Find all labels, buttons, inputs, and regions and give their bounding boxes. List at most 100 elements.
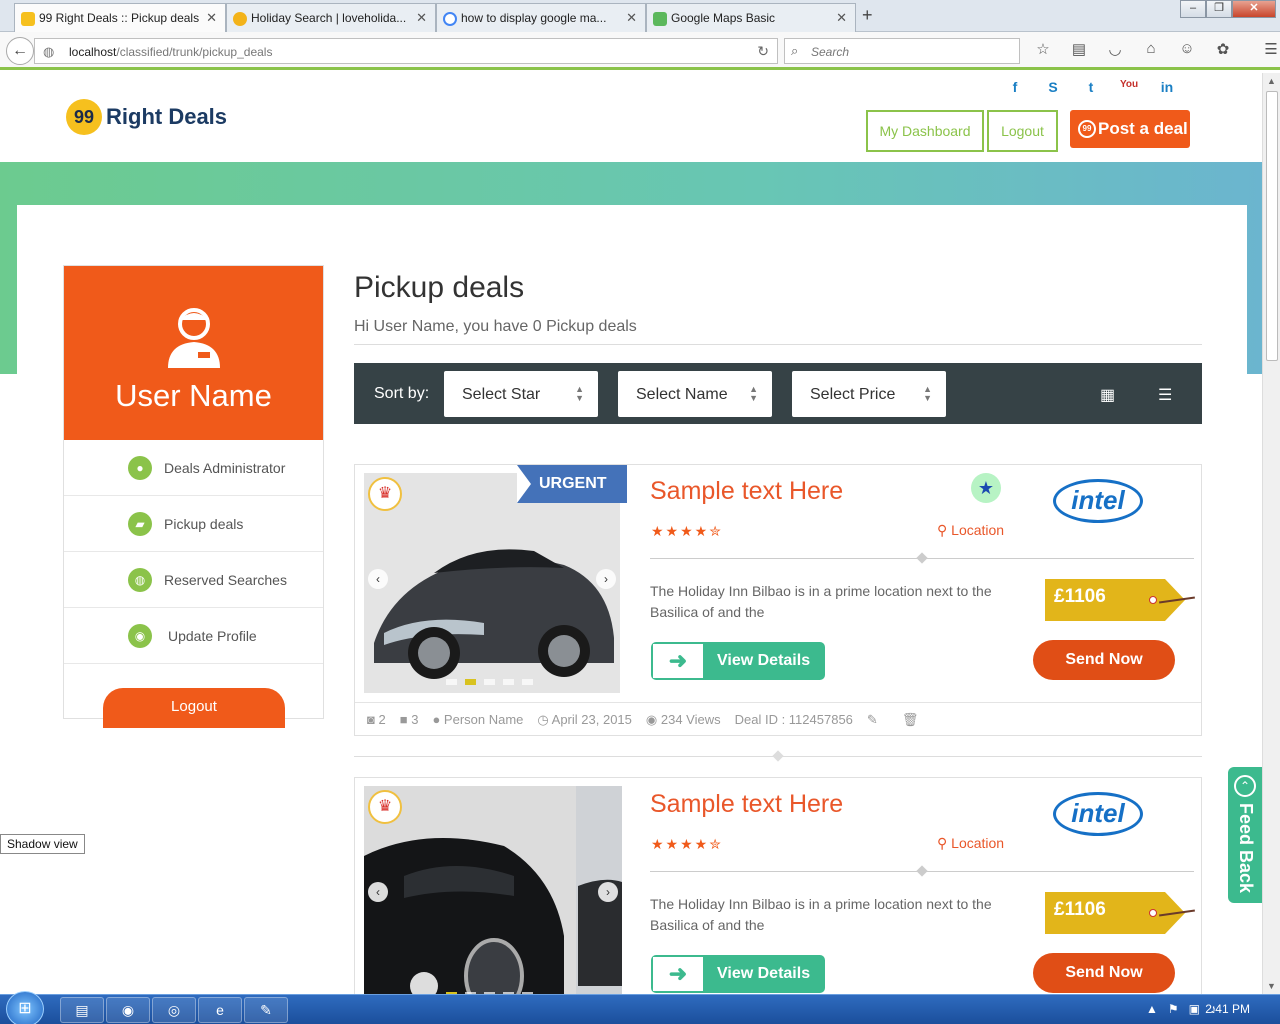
sidebar-item-pickup-deals[interactable]: ▰ Pickup deals [64, 496, 323, 552]
skype-icon[interactable]: S [1044, 79, 1062, 97]
network-icon[interactable]: ▣ [1189, 1002, 1200, 1016]
sidebar-item-update-profile[interactable]: ◉ Update Profile [64, 608, 323, 664]
deal-location: ⚲ Location [937, 835, 1004, 852]
chat-icon[interactable]: ☺ [1174, 40, 1200, 62]
tag-string-icon [1159, 596, 1195, 604]
carousel-dot[interactable] [522, 679, 533, 685]
brand-logo: intel [1053, 792, 1143, 836]
taskbar-clock[interactable]: 2:41 PM [1205, 1002, 1250, 1016]
price-value: £1106 [1054, 899, 1106, 920]
firefox-icon[interactable]: ◉ [106, 997, 150, 1023]
address-bar[interactable]: ◍ localhost/classified/trunk/pickup_deal… [34, 38, 778, 64]
sidebar-item-deals-administrator[interactable]: ● Deals Administrator [64, 440, 323, 496]
close-window-icon[interactable]: ✕ [1232, 0, 1276, 18]
menu-icon[interactable]: ☰ [1258, 40, 1280, 62]
send-now-button[interactable]: Send Now [1033, 953, 1175, 993]
color-wheel-icon[interactable]: ✿ [1210, 40, 1236, 62]
bookmark-star-icon[interactable]: ☆ [1030, 40, 1056, 62]
search-icon: ⌕ [791, 43, 799, 58]
new-tab-button[interactable]: + [862, 5, 873, 26]
trash-icon[interactable]: 🗑 [902, 712, 919, 736]
deal-title[interactable]: Sample text Here [650, 477, 843, 506]
deal-image-carousel[interactable]: ♛ ‹ › [364, 786, 622, 994]
pocket-icon[interactable]: ◡ [1102, 40, 1128, 62]
close-tab-icon[interactable]: ✕ [206, 10, 217, 26]
carousel-next-icon[interactable]: › [598, 882, 618, 902]
browser-tab-3[interactable]: how to display google ma... ✕ [436, 3, 646, 32]
sidebar-logout-button[interactable]: Logout [103, 688, 285, 728]
post-deal-button[interactable]: 99 Post a deal [1070, 110, 1190, 148]
tab-favicon-icon [653, 12, 667, 26]
tag-hole-icon [1149, 909, 1157, 917]
close-tab-icon[interactable]: ✕ [626, 10, 637, 26]
flag-icon[interactable]: ⚑ [1168, 1002, 1179, 1016]
browser-tab-4[interactable]: Google Maps Basic ✕ [646, 3, 856, 32]
header-logout-button[interactable]: Logout [987, 110, 1058, 152]
browser-tab-1[interactable]: 99 Right Deals :: Pickup deals ✕ [14, 3, 226, 33]
url-host: localhost [69, 45, 117, 59]
search-input[interactable]: ⌕ Search [784, 38, 1020, 64]
post-deal-label: Post a deal [1098, 119, 1188, 138]
map-pin-icon: ⚲ [937, 835, 948, 851]
deal-title[interactable]: Sample text Here [650, 790, 843, 819]
chrome-icon[interactable]: ◎ [152, 997, 196, 1023]
page-title: Pickup deals [354, 271, 525, 304]
carousel-dot[interactable] [503, 679, 514, 685]
grid-view-icon[interactable]: ▦ [1100, 385, 1115, 405]
twitter-icon[interactable]: t [1082, 79, 1100, 97]
view-details-button[interactable]: ➜ View Details [651, 955, 825, 993]
browser-tab-2[interactable]: Holiday Search | loveholida... ✕ [226, 3, 436, 32]
eye-icon: ◉ [645, 712, 658, 727]
back-arrow-icon[interactable]: ← [6, 37, 34, 65]
carousel-dot[interactable] [446, 679, 457, 685]
page-subtitle: Hi User Name, you have 0 Pickup deals [354, 318, 637, 335]
view-details-button[interactable]: ➜ View Details [651, 642, 825, 680]
video-icon: ■ [399, 712, 408, 727]
crown-icon: ♛ [368, 477, 402, 511]
notepad-icon[interactable]: ✎ [244, 997, 288, 1023]
youtube-icon[interactable]: You [1120, 79, 1138, 97]
updown-caret-icon: ▲ ▼ [923, 384, 932, 403]
urgent-badge: URGENT [517, 465, 627, 503]
carousel-prev-icon[interactable]: ‹ [368, 569, 388, 589]
carousel-dot[interactable] [465, 679, 476, 685]
subtitle-divider [354, 344, 1202, 345]
select-star-dropdown[interactable]: Select Star ▲ ▼ [444, 371, 598, 417]
restore-icon[interactable]: ❐ [1206, 0, 1232, 18]
edit-icon[interactable]: ✎ [867, 712, 878, 736]
scroll-up-icon[interactable]: ▲ [1267, 76, 1276, 86]
file-explorer-icon[interactable]: ▤ [60, 997, 104, 1023]
carousel-prev-icon[interactable]: ‹ [368, 882, 388, 902]
facebook-icon[interactable]: f [1006, 79, 1024, 97]
deal-image-carousel[interactable]: ♛ ‹ › [364, 473, 620, 693]
my-dashboard-button[interactable]: My Dashboard [866, 110, 984, 152]
show-hidden-icon[interactable]: ▲ [1146, 1002, 1158, 1016]
select-name-dropdown[interactable]: Select Name ▲ ▼ [618, 371, 772, 417]
scroll-down-icon[interactable]: ▼ [1267, 981, 1276, 991]
carousel-next-icon[interactable]: › [596, 569, 616, 589]
reading-list-icon[interactable]: ▤ [1066, 40, 1092, 62]
sidebar-item-label: Reserved Searches [164, 572, 287, 588]
feedback-tab[interactable]: ⌃ Feed Back [1228, 767, 1262, 903]
select-price-dropdown[interactable]: Select Price ▲ ▼ [792, 371, 946, 417]
home-icon[interactable]: ⌂ [1138, 40, 1164, 62]
linkedin-icon[interactable]: in [1158, 79, 1176, 97]
internet-explorer-icon[interactable]: e [198, 997, 242, 1023]
sidebar-item-label: Deals Administrator [164, 460, 286, 476]
carousel-dot[interactable] [484, 679, 495, 685]
sidebar-item-reserved-searches[interactable]: ◍ Reserved Searches [64, 552, 323, 608]
list-view-icon[interactable]: ☰ [1158, 385, 1172, 405]
minimize-icon[interactable]: – [1180, 0, 1206, 18]
url-path: /classified/trunk/pickup_deals [116, 45, 273, 59]
send-now-button[interactable]: Send Now [1033, 640, 1175, 680]
close-tab-icon[interactable]: ✕ [836, 10, 847, 26]
page-scrollbar[interactable]: ▲ ▼ [1262, 73, 1280, 994]
web-page: 99 Right Deals f S t You in My Dashboard… [0, 73, 1262, 994]
close-tab-icon[interactable]: ✕ [416, 10, 427, 26]
deal-meta-row: ◙ 2 ■ 3 ● Person Name ◷ April 23, 2015 ◉… [355, 702, 1201, 736]
site-logo[interactable]: 99 Right Deals [66, 99, 227, 135]
camera-icon: ◙ [367, 712, 375, 727]
start-button[interactable]: ⊞ [6, 991, 44, 1024]
scrollbar-thumb[interactable] [1266, 91, 1278, 361]
reload-icon[interactable]: ↻ [757, 43, 769, 60]
